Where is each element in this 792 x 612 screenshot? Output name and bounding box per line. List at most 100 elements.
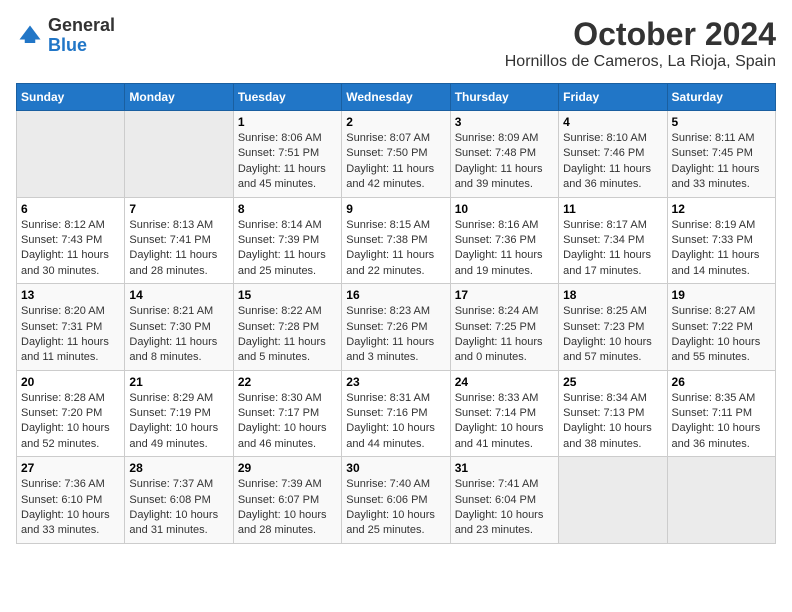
day-number: 21 <box>129 375 228 389</box>
day-number: 3 <box>455 115 554 129</box>
day-detail: Sunrise: 8:27 AMSunset: 7:22 PMDaylight:… <box>672 305 761 363</box>
day-cell: 27 Sunrise: 7:36 AMSunset: 6:10 PMDayligh… <box>17 457 125 544</box>
day-cell <box>17 111 125 198</box>
day-detail: Sunrise: 8:16 AMSunset: 7:36 PMDaylight:… <box>455 219 543 277</box>
day-detail: Sunrise: 7:40 AMSunset: 6:06 PMDaylight:… <box>346 478 435 536</box>
day-detail: Sunrise: 8:10 AMSunset: 7:46 PMDaylight:… <box>563 132 651 190</box>
day-detail: Sunrise: 7:39 AMSunset: 6:07 PMDaylight:… <box>238 478 327 536</box>
day-number: 26 <box>672 375 771 389</box>
column-header-wednesday: Wednesday <box>342 84 450 111</box>
day-detail: Sunrise: 8:35 AMSunset: 7:11 PMDaylight:… <box>672 392 761 450</box>
day-cell <box>667 457 775 544</box>
day-number: 5 <box>672 115 771 129</box>
day-detail: Sunrise: 7:36 AMSunset: 6:10 PMDaylight:… <box>21 478 110 536</box>
day-detail: Sunrise: 7:37 AMSunset: 6:08 PMDaylight:… <box>129 478 218 536</box>
day-cell: 29 Sunrise: 7:39 AMSunset: 6:07 PMDayligh… <box>233 457 341 544</box>
logo-general: General <box>48 15 115 35</box>
logo-text: General Blue <box>48 16 115 56</box>
column-header-tuesday: Tuesday <box>233 84 341 111</box>
title-block: October 2024 Hornillos de Cameros, La Ri… <box>505 16 776 71</box>
day-number: 29 <box>238 461 337 475</box>
logo-blue: Blue <box>48 35 87 55</box>
day-number: 13 <box>21 288 120 302</box>
logo-icon <box>16 22 44 50</box>
day-number: 19 <box>672 288 771 302</box>
day-cell: 19 Sunrise: 8:27 AMSunset: 7:22 PMDayligh… <box>667 284 775 371</box>
day-number: 1 <box>238 115 337 129</box>
day-detail: Sunrise: 8:06 AMSunset: 7:51 PMDaylight:… <box>238 132 326 190</box>
day-detail: Sunrise: 8:09 AMSunset: 7:48 PMDaylight:… <box>455 132 543 190</box>
calendar-table: SundayMondayTuesdayWednesdayThursdayFrid… <box>16 83 776 544</box>
day-detail: Sunrise: 8:13 AMSunset: 7:41 PMDaylight:… <box>129 219 217 277</box>
column-header-sunday: Sunday <box>17 84 125 111</box>
day-number: 20 <box>21 375 120 389</box>
day-number: 4 <box>563 115 662 129</box>
day-detail: Sunrise: 8:31 AMSunset: 7:16 PMDaylight:… <box>346 392 435 450</box>
day-cell: 5 Sunrise: 8:11 AMSunset: 7:45 PMDaylight… <box>667 111 775 198</box>
day-number: 6 <box>21 202 120 216</box>
day-cell: 4 Sunrise: 8:10 AMSunset: 7:46 PMDaylight… <box>559 111 667 198</box>
day-cell: 22Sunrise: 8:30 AMSunset: 7:17 PMDayligh… <box>233 370 341 457</box>
page-header: General Blue October 2024 Hornillos de C… <box>16 16 776 71</box>
day-detail: Sunrise: 8:25 AMSunset: 7:23 PMDaylight:… <box>563 305 652 363</box>
day-cell: 21 Sunrise: 8:29 AMSunset: 7:19 PMDayligh… <box>125 370 233 457</box>
week-row-1: 1 Sunrise: 8:06 AMSunset: 7:51 PMDaylight… <box>17 111 776 198</box>
day-cell: 2 Sunrise: 8:07 AMSunset: 7:50 PMDaylight… <box>342 111 450 198</box>
day-number: 10 <box>455 202 554 216</box>
week-row-3: 13 Sunrise: 8:20 AMSunset: 7:31 PMDayligh… <box>17 284 776 371</box>
day-detail: Sunrise: 8:21 AMSunset: 7:30 PMDaylight:… <box>129 305 217 363</box>
day-cell <box>125 111 233 198</box>
day-number: 12 <box>672 202 771 216</box>
day-detail: Sunrise: 8:07 AMSunset: 7:50 PMDaylight:… <box>346 132 434 190</box>
day-detail: Sunrise: 7:41 AMSunset: 6:04 PMDaylight:… <box>455 478 544 536</box>
day-cell: 28 Sunrise: 7:37 AMSunset: 6:08 PMDayligh… <box>125 457 233 544</box>
column-header-friday: Friday <box>559 84 667 111</box>
day-detail: Sunrise: 8:22 AMSunset: 7:28 PMDaylight:… <box>238 305 326 363</box>
day-cell: 14 Sunrise: 8:21 AMSunset: 7:30 PMDayligh… <box>125 284 233 371</box>
day-cell: 24Sunrise: 8:33 AMSunset: 7:14 PMDayligh… <box>450 370 558 457</box>
day-cell: 15 Sunrise: 8:22 AMSunset: 7:28 PMDayligh… <box>233 284 341 371</box>
day-number: 23 <box>346 375 445 389</box>
day-detail: Sunrise: 8:34 AMSunset: 7:13 PMDaylight:… <box>563 392 652 450</box>
day-number: 18 <box>563 288 662 302</box>
day-detail: Sunrise: 8:29 AMSunset: 7:19 PMDaylight:… <box>129 392 218 450</box>
day-cell: 18 Sunrise: 8:25 AMSunset: 7:23 PMDayligh… <box>559 284 667 371</box>
day-number: 22 <box>238 375 337 389</box>
day-cell: 6 Sunrise: 8:12 AMSunset: 7:43 PMDaylight… <box>17 197 125 284</box>
day-number: 27 <box>21 461 120 475</box>
day-detail: Sunrise: 8:33 AMSunset: 7:14 PMDaylight:… <box>455 392 544 450</box>
day-number: 25 <box>563 375 662 389</box>
day-cell: 12 Sunrise: 8:19 AMSunset: 7:33 PMDayligh… <box>667 197 775 284</box>
day-cell: 10 Sunrise: 8:16 AMSunset: 7:36 PMDayligh… <box>450 197 558 284</box>
day-cell: 16Sunrise: 8:23 AMSunset: 7:26 PMDayligh… <box>342 284 450 371</box>
day-detail: Sunrise: 8:11 AMSunset: 7:45 PMDaylight:… <box>672 132 760 190</box>
day-cell: 9Sunrise: 8:15 AMSunset: 7:38 PMDaylight… <box>342 197 450 284</box>
day-detail: Sunrise: 8:12 AMSunset: 7:43 PMDaylight:… <box>21 219 109 277</box>
day-detail: Sunrise: 8:19 AMSunset: 7:33 PMDaylight:… <box>672 219 760 277</box>
column-header-saturday: Saturday <box>667 84 775 111</box>
day-number: 28 <box>129 461 228 475</box>
week-row-5: 27 Sunrise: 7:36 AMSunset: 6:10 PMDayligh… <box>17 457 776 544</box>
day-detail: Sunrise: 8:23 AMSunset: 7:26 PMDaylight:… <box>346 305 434 363</box>
day-cell: 7Sunrise: 8:13 AMSunset: 7:41 PMDaylight… <box>125 197 233 284</box>
day-cell: 8Sunrise: 8:14 AMSunset: 7:39 PMDaylight… <box>233 197 341 284</box>
day-number: 31 <box>455 461 554 475</box>
day-cell: 31 Sunrise: 7:41 AMSunset: 6:04 PMDayligh… <box>450 457 558 544</box>
day-cell: 17Sunrise: 8:24 AMSunset: 7:25 PMDayligh… <box>450 284 558 371</box>
day-detail: Sunrise: 8:24 AMSunset: 7:25 PMDaylight:… <box>455 305 543 363</box>
page-subtitle: Hornillos de Cameros, La Rioja, Spain <box>505 53 776 71</box>
day-cell: 1 Sunrise: 8:06 AMSunset: 7:51 PMDaylight… <box>233 111 341 198</box>
day-number: 14 <box>129 288 228 302</box>
day-cell: 23 Sunrise: 8:31 AMSunset: 7:16 PMDayligh… <box>342 370 450 457</box>
day-detail: Sunrise: 8:28 AMSunset: 7:20 PMDaylight:… <box>21 392 110 450</box>
day-number: 2 <box>346 115 445 129</box>
day-number: 15 <box>238 288 337 302</box>
day-detail: Sunrise: 8:14 AMSunset: 7:39 PMDaylight:… <box>238 219 326 277</box>
header-row: SundayMondayTuesdayWednesdayThursdayFrid… <box>17 84 776 111</box>
column-header-monday: Monday <box>125 84 233 111</box>
day-cell: 30Sunrise: 7:40 AMSunset: 6:06 PMDayligh… <box>342 457 450 544</box>
day-detail: Sunrise: 8:20 AMSunset: 7:31 PMDaylight:… <box>21 305 109 363</box>
week-row-4: 20 Sunrise: 8:28 AMSunset: 7:20 PMDayligh… <box>17 370 776 457</box>
day-detail: Sunrise: 8:15 AMSunset: 7:38 PMDaylight:… <box>346 219 434 277</box>
day-cell: 20 Sunrise: 8:28 AMSunset: 7:20 PMDayligh… <box>17 370 125 457</box>
